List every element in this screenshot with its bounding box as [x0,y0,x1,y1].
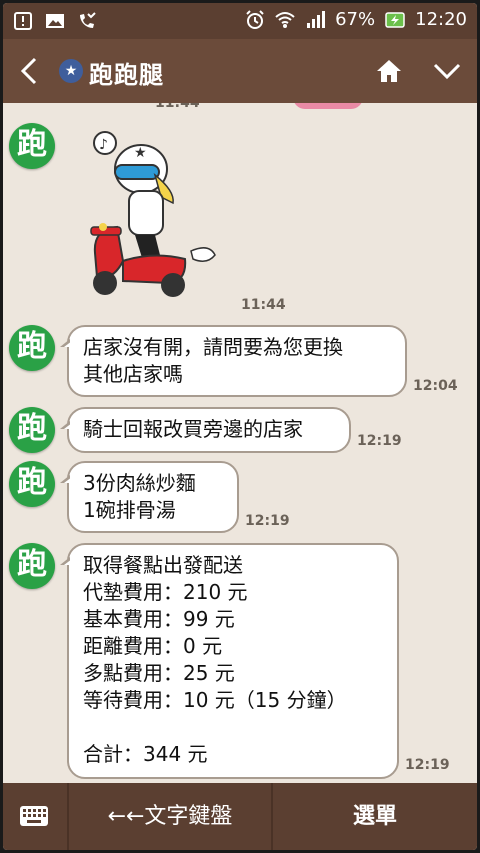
app-frame: 67% 12:20 ★ 跑跑腿 11:44 跑 ♪ ★ 11:44 跑 店家沒有… [3,3,477,850]
battery-percent: 67% [335,9,376,30]
image-icon [46,14,64,28]
home-icon[interactable] [375,57,403,85]
bottom-bar: ←←文字鍵盤 選單 [3,783,477,850]
previous-sticker-fragment [293,103,363,109]
signal-icon [307,10,326,28]
text-keyboard-button[interactable]: ←←文字鍵盤 [69,783,273,850]
svg-text:★: ★ [134,145,147,161]
alert-icon [14,12,32,30]
chat-area[interactable]: 11:44 跑 ♪ ★ 11:44 跑 店家沒有開，請問要為您更換 其他店家嗎 … [3,103,477,783]
message-time: 12:19 [405,757,450,773]
message-time: 12:04 [413,378,458,394]
menu-button[interactable]: 選單 [273,783,477,850]
chat-header: ★ 跑跑腿 [3,39,477,103]
back-arrow-icon[interactable] [15,55,43,87]
status-right: 67% 12:20 [245,9,467,30]
message-bubble[interactable]: 3份肉絲炒麵 1碗排骨湯 [60,461,239,533]
message-time: 12:19 [357,433,402,449]
status-left [13,11,97,31]
battery-charging-icon [385,11,405,28]
message-bubble[interactable]: 取得餐點出發配送 代墊費用：210 元 基本費用：99 元 距離費用：0 元 多… [60,543,399,779]
scooter-sticker[interactable]: ♪ ★ [83,131,223,311]
keyboard-icon [20,806,48,826]
official-star-icon: ★ [59,59,83,83]
message-time: 11:44 [155,103,200,111]
message-time: 12:19 [245,513,290,529]
chevron-down-icon[interactable] [431,59,463,83]
chat-title: 跑跑腿 [89,61,164,89]
wifi-icon [275,11,295,28]
avatar[interactable]: 跑 [9,325,55,371]
status-clock: 12:20 [415,9,467,30]
message-bubble[interactable]: 店家沒有開，請問要為您更換 其他店家嗎 [60,325,407,397]
missed-call-icon [80,12,96,28]
alarm-icon [246,9,264,29]
avatar[interactable]: 跑 [9,407,55,453]
message-time: 11:44 [241,297,286,313]
keyboard-toggle-button[interactable] [3,783,69,850]
avatar[interactable]: 跑 [9,123,55,169]
status-bar: 67% 12:20 [3,3,477,39]
svg-text:♪: ♪ [99,137,108,153]
message-bubble[interactable]: 騎士回報改買旁邊的店家 [60,407,351,453]
avatar[interactable]: 跑 [9,461,55,507]
avatar[interactable]: 跑 [9,543,55,589]
